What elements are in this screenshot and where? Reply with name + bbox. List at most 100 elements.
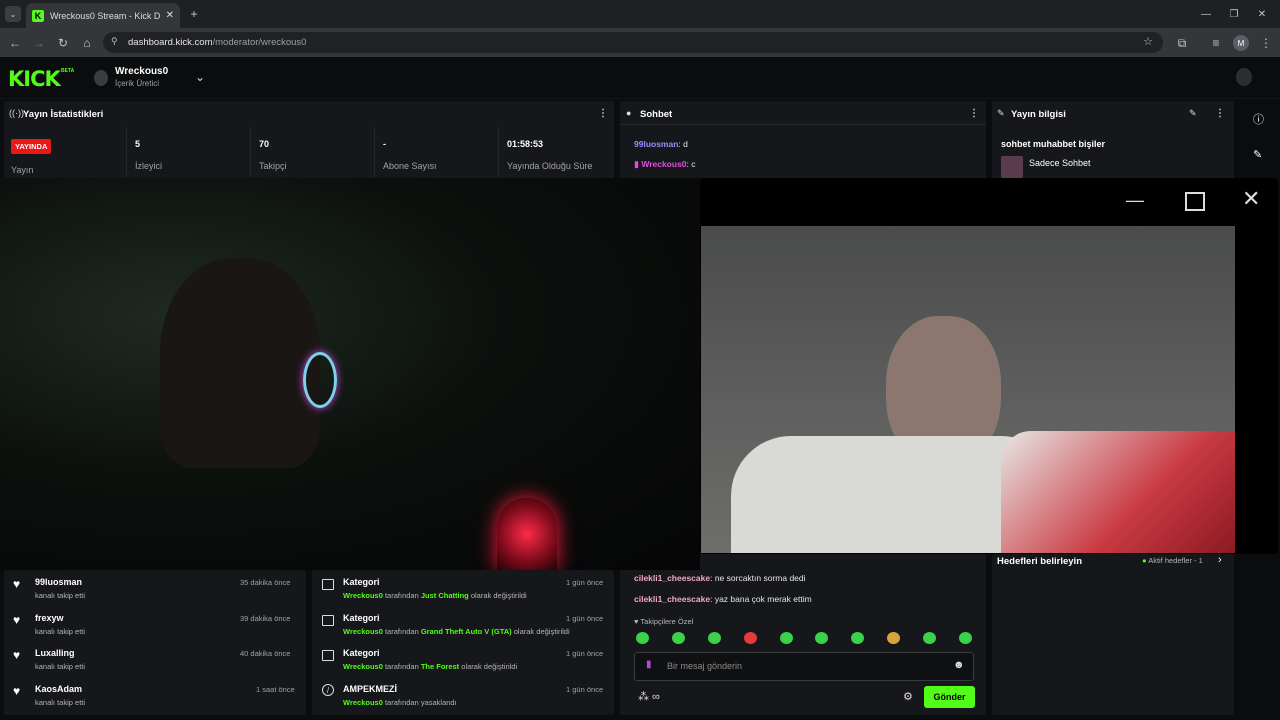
activity-title[interactable]: AMPEKMEZİ bbox=[343, 684, 397, 694]
emote-section-text: Takipçilere Özel bbox=[640, 617, 694, 626]
media-control-icon[interactable]: ≡ bbox=[1208, 35, 1224, 51]
close-tab-icon[interactable]: ✕ bbox=[166, 10, 174, 21]
browser-menu-icon[interactable]: ⋮ bbox=[1258, 35, 1274, 51]
follower-name[interactable]: Luxalling bbox=[35, 648, 75, 658]
activity-detail: Wreckous0 tarafından yasaklandı bbox=[343, 698, 457, 707]
url-bar[interactable]: ⚲ dashboard.kick.com/moderator/wreckous0… bbox=[103, 32, 1163, 53]
activity-time: 1 gün önce bbox=[566, 614, 604, 623]
edit-pencil-icon[interactable]: ✎ bbox=[1189, 108, 1197, 119]
follower-time: 39 dakika önce bbox=[240, 614, 291, 623]
chat-text: : yaz bana çok merak ettim bbox=[710, 594, 812, 604]
popout-close-icon[interactable]: ✕ bbox=[1242, 186, 1260, 212]
channel-avatar[interactable] bbox=[94, 70, 108, 86]
browser-tab[interactable]: K Wreckous0 Stream - Kick Dash ✕ bbox=[26, 3, 180, 28]
activity-category[interactable]: Grand Theft Auto V (GTA) bbox=[421, 627, 512, 636]
follower-time: 35 dakika önce bbox=[240, 578, 291, 587]
stream-info-menu-icon[interactable]: ⋮ bbox=[1215, 108, 1225, 119]
emote[interactable] bbox=[779, 632, 793, 644]
emote[interactable] bbox=[815, 632, 829, 644]
close-window-icon[interactable]: ✕ bbox=[1254, 6, 1270, 22]
chevron-right-icon[interactable]: › bbox=[1218, 554, 1222, 566]
popout-maximize-icon[interactable] bbox=[1185, 192, 1205, 211]
reload-icon[interactable]: ↻ bbox=[55, 35, 71, 51]
chat-menu-icon[interactable]: ⋮ bbox=[969, 108, 979, 119]
live-badge: YAYINDA bbox=[11, 139, 52, 154]
bookmark-star-icon[interactable]: ☆ bbox=[1143, 35, 1153, 48]
microphone-icon[interactable]: ▮ bbox=[646, 659, 652, 670]
category-name[interactable]: Sadece Sohbet bbox=[1029, 158, 1091, 168]
category-change-icon bbox=[322, 615, 334, 626]
activity-category[interactable]: The Forest bbox=[421, 662, 459, 671]
broadcast-icon: ((·)) bbox=[9, 108, 24, 118]
heart-icon: ♥ bbox=[13, 613, 21, 627]
subscriber-count: - bbox=[383, 139, 386, 149]
heart-icon: ♥ bbox=[13, 577, 21, 591]
chat-message: 99luosman: d bbox=[634, 139, 688, 149]
home-icon[interactable]: ⌂ bbox=[79, 35, 95, 51]
live-label: Yayın bbox=[11, 165, 34, 175]
chat-username[interactable]: 99luosman bbox=[634, 139, 678, 149]
new-tab-icon[interactable]: + bbox=[186, 6, 202, 22]
emoji-picker-icon[interactable]: ☻ bbox=[953, 659, 965, 671]
edit-icon[interactable]: ✎ bbox=[1253, 148, 1262, 161]
activity-actor[interactable]: Wreckous0 bbox=[343, 627, 383, 636]
forward-icon[interactable]: → bbox=[31, 35, 47, 51]
uptime-label: Yayında Olduğu Süre bbox=[507, 161, 593, 171]
emote[interactable] bbox=[671, 632, 685, 644]
emote[interactable] bbox=[636, 632, 649, 644]
info-icon[interactable]: ⓘ bbox=[1253, 111, 1264, 127]
stat-divider bbox=[374, 127, 375, 177]
restore-window-icon[interactable]: ❐ bbox=[1226, 6, 1242, 22]
activity-actor[interactable]: Wreckous0 bbox=[343, 698, 383, 707]
heart-icon: ♥ bbox=[13, 648, 21, 662]
chat-settings-gear-icon[interactable]: ⚙ bbox=[903, 690, 913, 703]
profile-avatar[interactable]: M bbox=[1233, 35, 1249, 51]
activity-time: 1 gün önce bbox=[566, 578, 604, 587]
emote[interactable] bbox=[851, 632, 865, 644]
site-info-icon[interactable]: ⚲ bbox=[111, 36, 118, 47]
microphone-light bbox=[497, 498, 557, 570]
send-button[interactable]: Gönder bbox=[924, 686, 975, 708]
emote[interactable] bbox=[887, 632, 901, 644]
activity-actor[interactable]: Wreckous0 bbox=[343, 662, 383, 671]
stat-divider bbox=[126, 127, 127, 177]
category-change-icon bbox=[322, 579, 334, 590]
chat-username[interactable]: cilekli1_cheescake bbox=[634, 594, 710, 604]
follower-action: kanalı takip etti bbox=[35, 662, 86, 671]
activity-mid: tarafından bbox=[382, 591, 421, 600]
tab-title: Wreckous0 Stream - Kick Dash bbox=[49, 10, 160, 21]
minimize-window-icon[interactable]: — bbox=[1198, 6, 1214, 22]
emote-row bbox=[636, 632, 972, 644]
follower-name[interactable]: KaosAdam bbox=[35, 684, 82, 694]
activity-category[interactable]: Just Chatting bbox=[421, 591, 469, 600]
tab-search-icon[interactable]: ⌄ bbox=[5, 6, 21, 22]
user-avatar[interactable] bbox=[1236, 68, 1252, 86]
active-goals[interactable]: ● Aktif hedefler - 1 bbox=[1142, 556, 1203, 565]
back-icon[interactable]: ← bbox=[7, 35, 23, 51]
emote[interactable] bbox=[707, 632, 721, 644]
chat-username[interactable]: Wreckous0 bbox=[641, 159, 686, 169]
activity-tail: olarak değiştirildi bbox=[468, 591, 527, 600]
emote[interactable] bbox=[958, 632, 972, 644]
stats-menu-icon[interactable]: ⋮ bbox=[598, 108, 608, 119]
emote[interactable] bbox=[743, 632, 757, 644]
emote[interactable] bbox=[923, 632, 936, 644]
subscriber-label: Abone Sayısı bbox=[383, 161, 437, 171]
channel-switch-chevron-icon[interactable]: ⌄ bbox=[195, 70, 205, 84]
stats-title: Yayın İstatistikleri bbox=[23, 109, 104, 120]
follower-name[interactable]: frexyw bbox=[35, 613, 64, 623]
extensions-icon[interactable]: ⧉ bbox=[1174, 35, 1190, 51]
chat-mode-icon[interactable]: ⁂ ∞ bbox=[638, 690, 660, 703]
chat-text: : c bbox=[686, 159, 696, 169]
url-path: /moderator/wreckous0 bbox=[212, 37, 307, 48]
channel-role: İçerik Üretici bbox=[115, 79, 160, 88]
chat-username[interactable]: cilekli1_cheescake bbox=[634, 573, 710, 583]
activity-actor[interactable]: Wreckous0 bbox=[343, 591, 383, 600]
popout-minimize-icon[interactable]: — bbox=[1126, 190, 1144, 211]
activity-mid: tarafından yasaklandı bbox=[382, 698, 457, 707]
kick-logo[interactable]: KICK bbox=[8, 67, 61, 91]
activity-time: 1 gün önce bbox=[566, 649, 604, 658]
activity-tail: olarak değiştirildi bbox=[511, 627, 570, 636]
kick-dashboard-header bbox=[0, 57, 1280, 99]
follower-name[interactable]: 99luosman bbox=[35, 577, 82, 587]
